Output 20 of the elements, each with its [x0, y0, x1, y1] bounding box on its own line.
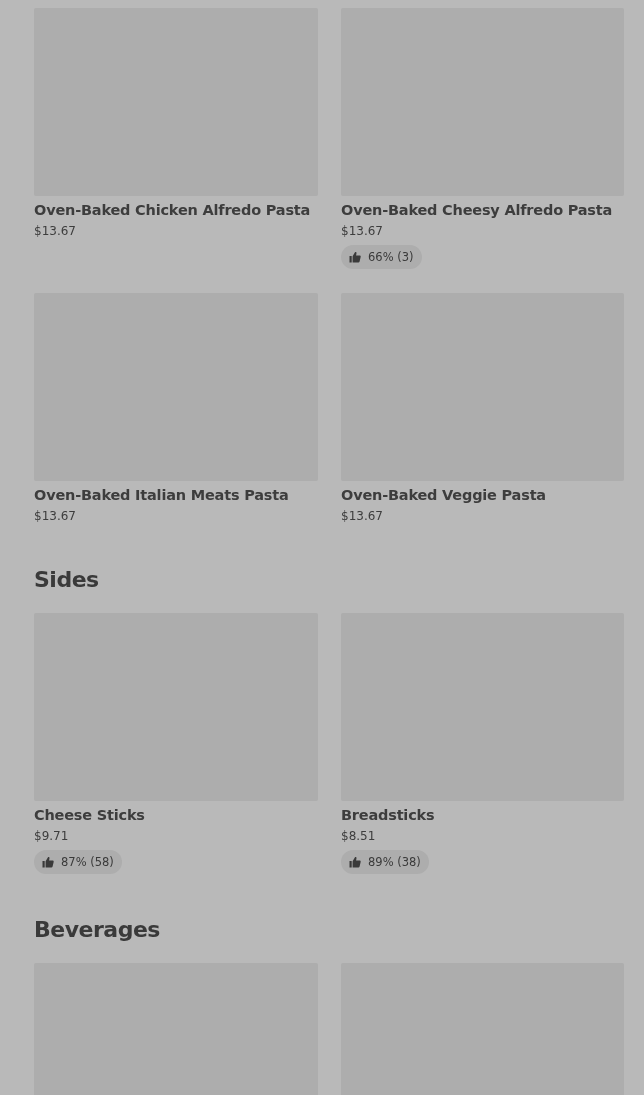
rating-text: 89% (38) — [368, 854, 421, 870]
product-name[interactable]: Oven-Baked Chicken Alfredo Pasta — [34, 200, 311, 220]
product-price: $13.67 — [341, 223, 383, 239]
section-heading: Beverages — [34, 916, 161, 944]
rating-text: 66% (3) — [368, 249, 414, 265]
product-price: $13.67 — [34, 508, 76, 524]
product-name[interactable]: Cheese Sticks — [34, 805, 145, 825]
thumbs-up-icon — [42, 856, 54, 868]
thumbs-up-icon — [349, 856, 361, 868]
product-name[interactable]: Oven-Baked Cheesy Alfredo Pasta — [341, 200, 613, 220]
section-heading: Sides — [34, 566, 100, 594]
product-price: $9.71 — [34, 828, 69, 844]
product-name[interactable]: Oven-Baked Italian Meats Pasta — [34, 485, 289, 505]
product-name[interactable]: Breadsticks — [341, 805, 435, 825]
thumbs-up-icon — [349, 251, 361, 263]
product-name[interactable]: Oven-Baked Veggie Pasta — [341, 485, 546, 505]
rating-text: 87% (58) — [61, 854, 114, 870]
product-price: $13.67 — [34, 223, 76, 239]
product-price: $13.67 — [341, 508, 383, 524]
product-price: $8.51 — [341, 828, 376, 844]
